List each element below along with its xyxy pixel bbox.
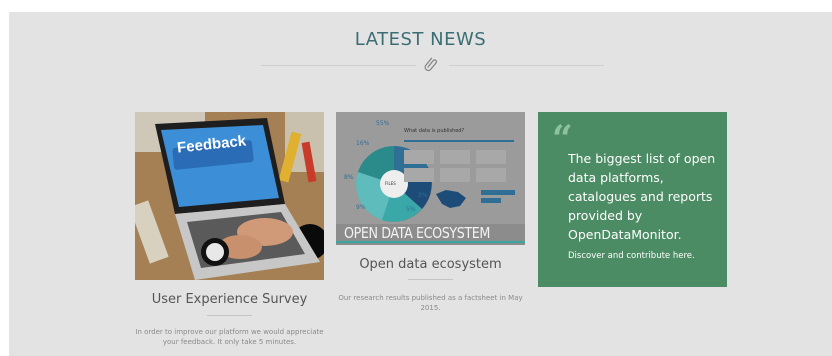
image-caption: OPEN DATA ECOSYSTEM [344, 224, 491, 242]
infographic-pct-1: 55% [376, 120, 390, 127]
infographic-center: FILES [385, 181, 396, 186]
card-title[interactable]: User Experience Survey [135, 292, 324, 307]
section-title: LATEST NEWS [354, 29, 487, 50]
infographic-heading: What data is published? [404, 128, 465, 134]
card-separator [207, 315, 252, 316]
infographic-pct-6: 5% [406, 206, 416, 213]
infographic-pct-5: 2% [418, 192, 428, 199]
divider-left [261, 65, 416, 66]
card-title[interactable]: Open data ecosystem [336, 257, 525, 272]
infographic-pct-2: 16% [356, 140, 370, 147]
card-separator [408, 279, 453, 280]
card-description: In order to improve our platform we woul… [135, 328, 324, 346]
promo-box: “ The biggest list of open data platform… [538, 112, 727, 287]
ecosystem-image[interactable]: What data is published? 55% 16% 8% 9% 2%… [336, 112, 525, 245]
news-section: LATEST NEWS Feedback User Experience Sur… [9, 12, 832, 356]
promo-link[interactable]: Discover and contribute here. [568, 251, 695, 261]
feedback-image[interactable]: Feedback [135, 112, 324, 280]
card-description: Our research results published as a fact… [338, 294, 523, 312]
promo-text: The biggest list of open data platforms,… [568, 151, 716, 242]
infographic-pct-4: 9% [356, 204, 366, 211]
infographic-pct-3: 8% [344, 174, 354, 181]
paperclip-icon [424, 57, 438, 72]
divider-right [449, 65, 604, 66]
